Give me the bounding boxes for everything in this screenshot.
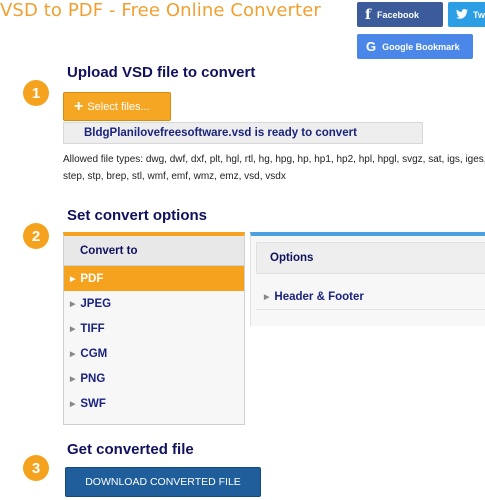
convert-to-panel: Convert to ▶ PDF ▶ JPEG ▶ TIFF ▶ CGM ▶ P…	[63, 232, 245, 425]
caret-right-icon: ▶	[70, 400, 76, 408]
format-option-swf[interactable]: ▶ SWF	[64, 391, 244, 416]
twitter-icon	[456, 8, 468, 21]
twitter-label: Tw	[473, 9, 485, 20]
google-icon: G	[366, 39, 377, 54]
caret-right-icon: ▶	[70, 350, 76, 358]
caret-right-icon: ▶	[70, 375, 76, 383]
options-panel: Options ▶ Header & Footer	[250, 232, 485, 326]
google-label: Google Bookmark	[382, 41, 460, 52]
format-label: SWF	[80, 397, 106, 410]
step-2-heading: Set convert options	[67, 207, 208, 224]
format-option-tiff[interactable]: ▶ TIFF	[64, 316, 244, 341]
format-option-jpeg[interactable]: ▶ JPEG	[64, 291, 244, 316]
caret-right-icon: ▶	[70, 275, 76, 283]
caret-right-icon: ▶	[70, 325, 76, 333]
file-ready-status: BldgPlanilovefreesoftware.vsd is ready t…	[63, 122, 423, 144]
select-files-button[interactable]: + Select files...	[63, 92, 171, 121]
caret-right-icon: ▶	[70, 300, 76, 308]
select-files-label: Select files...	[87, 100, 150, 113]
step-1-badge: 1	[23, 80, 49, 106]
plus-icon: +	[74, 97, 84, 115]
format-option-cgm[interactable]: ▶ CGM	[64, 341, 244, 366]
format-label: CGM	[80, 347, 108, 360]
header-footer-toggle[interactable]: ▶ Header & Footer	[256, 284, 485, 310]
format-label: JPEG	[80, 297, 112, 310]
facebook-label: Facebook	[377, 9, 420, 20]
twitter-share-button[interactable]: Tw	[448, 2, 485, 27]
format-label: PNG	[80, 372, 106, 385]
allowed-file-types: Allowed file types: dwg, dwf, dxf, plt, …	[63, 154, 485, 182]
format-label: TIFF	[80, 322, 105, 335]
caret-right-icon: ▶	[264, 293, 270, 301]
format-option-png[interactable]: ▶ PNG	[64, 366, 244, 391]
facebook-icon: f	[365, 6, 372, 23]
step-1-heading: Upload VSD file to convert	[67, 64, 256, 81]
step-2-badge: 2	[23, 223, 49, 249]
options-header: Options	[256, 242, 485, 274]
format-option-pdf[interactable]: ▶ PDF	[64, 266, 244, 291]
step-3-heading: Get converted file	[67, 441, 194, 458]
header-footer-label: Header & Footer	[274, 290, 364, 303]
facebook-share-button[interactable]: f Facebook	[357, 2, 443, 27]
google-bookmark-button[interactable]: G Google Bookmark	[357, 34, 473, 59]
step-3-badge: 3	[23, 455, 49, 481]
convert-to-header: Convert to	[64, 236, 244, 266]
format-label: PDF	[80, 272, 104, 285]
page-title: VSD to PDF - Free Online Converter	[0, 0, 321, 21]
download-button[interactable]: DOWNLOAD CONVERTED FILE	[65, 467, 261, 497]
